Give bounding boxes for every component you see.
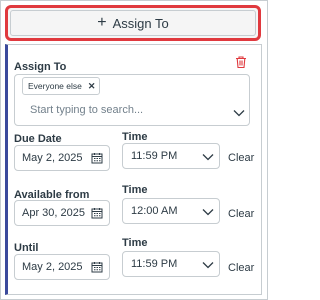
until-time-label: Time bbox=[122, 237, 148, 249]
trash-icon[interactable] bbox=[234, 55, 248, 69]
until-label: Until bbox=[14, 242, 39, 254]
assign-to-button-label: Assign To bbox=[112, 15, 169, 31]
available-time-value: 12:00 AM bbox=[131, 205, 178, 217]
until-date-value: May 2, 2025 bbox=[22, 261, 83, 273]
due-time-value: 11:59 PM bbox=[131, 150, 178, 162]
available-from-value: Apr 30, 2025 bbox=[22, 207, 85, 219]
until-time-select[interactable]: 11:59 PM bbox=[122, 251, 220, 277]
assignee-chip[interactable]: Everyone else ✕ bbox=[22, 77, 101, 95]
calendar-icon[interactable] bbox=[91, 261, 103, 273]
assign-to-button[interactable]: + Assign To bbox=[5, 5, 261, 41]
chevron-down-icon bbox=[202, 209, 214, 216]
available-clear-button[interactable]: Clear bbox=[228, 208, 254, 220]
available-time-label: Time bbox=[122, 184, 148, 196]
due-time-label: Time bbox=[122, 131, 148, 143]
chevron-down-icon[interactable] bbox=[233, 109, 245, 117]
available-from-input[interactable]: Apr 30, 2025 bbox=[14, 200, 110, 226]
due-date-value: May 2, 2025 bbox=[22, 152, 83, 164]
chevron-down-icon bbox=[202, 154, 214, 161]
due-date-label: Due Date bbox=[14, 133, 62, 145]
until-time-value: 11:59 PM bbox=[131, 258, 178, 270]
due-clear-button[interactable]: Clear bbox=[228, 152, 254, 164]
until-date-input[interactable]: May 2, 2025 bbox=[14, 254, 110, 280]
due-time-select[interactable]: 11:59 PM bbox=[122, 143, 220, 169]
due-date-input[interactable]: May 2, 2025 bbox=[14, 145, 110, 171]
calendar-icon[interactable] bbox=[91, 152, 103, 164]
assignee-search-input[interactable]: Start typing to search... bbox=[30, 104, 143, 116]
chevron-down-icon bbox=[202, 262, 214, 269]
remove-chip-icon[interactable]: ✕ bbox=[88, 81, 96, 92]
available-time-select[interactable]: 12:00 AM bbox=[122, 198, 220, 224]
calendar-icon[interactable] bbox=[91, 207, 103, 219]
assign-to-label: Assign To bbox=[14, 61, 67, 73]
assignee-chip-label: Everyone else bbox=[28, 81, 82, 91]
plus-icon: + bbox=[97, 14, 107, 31]
until-clear-button[interactable]: Clear bbox=[228, 262, 254, 274]
